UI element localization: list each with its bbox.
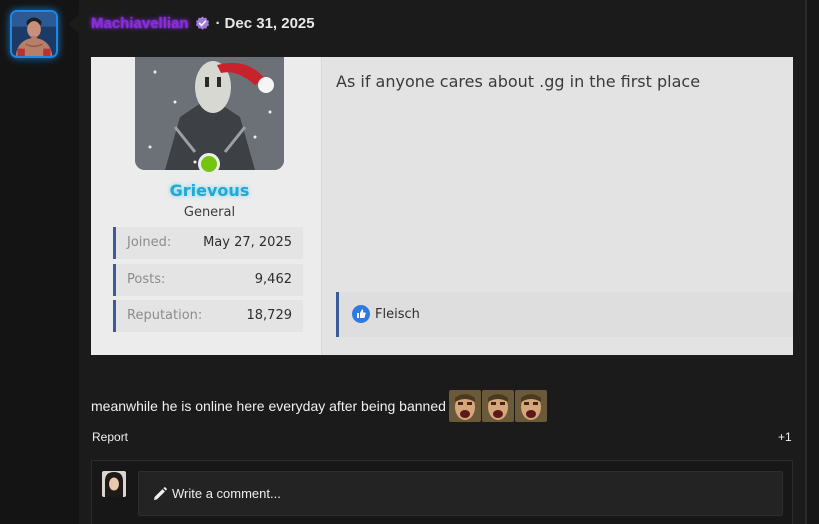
pencil-icon (154, 487, 167, 500)
thumbs-up-icon (352, 305, 370, 323)
stat-label: Reputation: (127, 308, 203, 323)
embed-member-name: Grievous (169, 181, 250, 200)
stat-value: 9,462 (254, 272, 292, 287)
reaction-count[interactable]: +1 (778, 430, 792, 444)
left-rail (0, 0, 79, 524)
author-avatar[interactable] (10, 10, 58, 58)
embed-message-text: As if anyone cares about .gg in the firs… (336, 72, 701, 91)
embedded-screenshot: Grievous General Joined: May 27, 2025 Po… (91, 57, 793, 355)
comment-placeholder: Write a comment... (172, 486, 281, 501)
report-link[interactable]: Report (92, 430, 128, 444)
stat-value: May 27, 2025 (203, 235, 292, 250)
author-username[interactable]: Machiavellian (91, 15, 189, 32)
stat-label: Joined: (127, 235, 172, 250)
embed-message-panel: As if anyone cares about .gg in the firs… (321, 57, 793, 355)
embed-reactions-bar: Fleisch (336, 292, 793, 337)
post-pointer-arrow (68, 14, 79, 34)
current-user-avatar (102, 471, 126, 497)
post-header: Machiavellian · Dec 31, 2025 (91, 12, 315, 34)
online-status-indicator (198, 153, 220, 175)
reactor-name: Fleisch (375, 307, 420, 322)
verified-badge-icon (195, 15, 209, 30)
stat-joined: Joined: May 27, 2025 (113, 227, 303, 259)
comment-section: Write a comment... (91, 460, 793, 524)
page-edge (807, 0, 819, 524)
header-separator: · (215, 14, 221, 32)
post-body: meanwhile he is online here everyday aft… (91, 390, 548, 422)
stat-label: Posts: (127, 272, 166, 287)
stat-posts: Posts: 9,462 (113, 264, 303, 296)
screaming-face-emote (448, 390, 481, 422)
post-text: meanwhile he is online here everyday aft… (91, 398, 446, 414)
embed-member-rank: General (183, 205, 236, 220)
post-date[interactable]: Dec 31, 2025 (225, 15, 315, 32)
screaming-face-emote (481, 390, 514, 422)
embed-member-panel: Grievous General Joined: May 27, 2025 Po… (91, 57, 321, 355)
stat-value: 18,729 (246, 308, 293, 323)
emote-group (448, 390, 548, 422)
screaming-face-emote (514, 390, 547, 422)
stat-reputation: Reputation: 18,729 (113, 300, 303, 332)
comment-input[interactable]: Write a comment... (138, 471, 783, 516)
